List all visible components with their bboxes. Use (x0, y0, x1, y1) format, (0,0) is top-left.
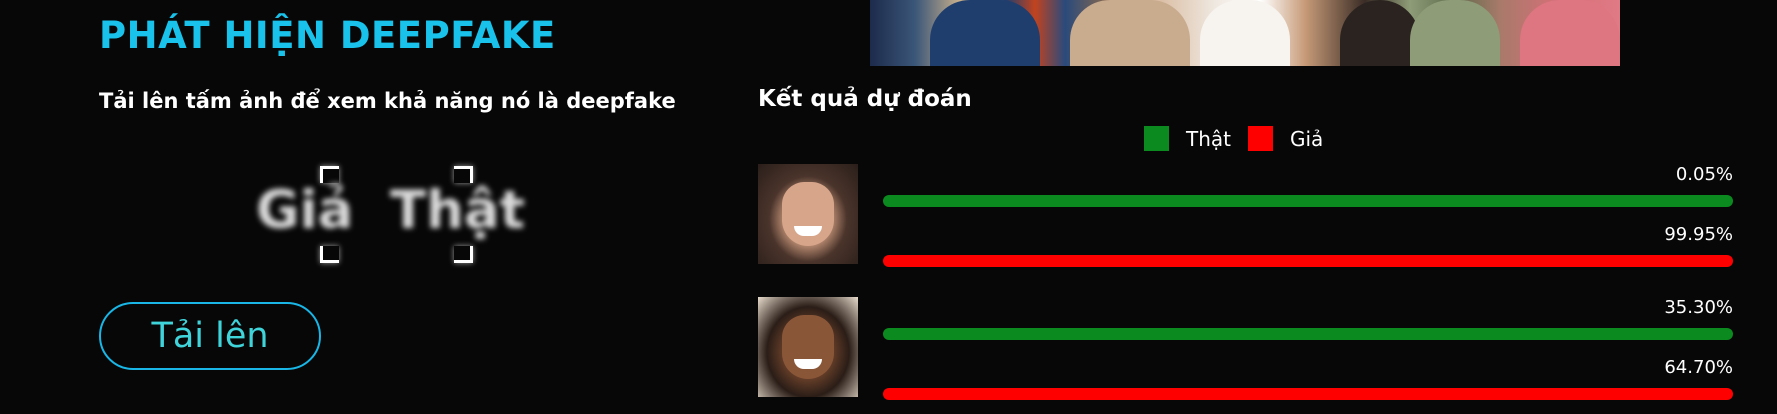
logo-word-fake: Giả (256, 180, 354, 241)
fake-probability-bar (883, 255, 1733, 267)
legend-label-real: Thật (1186, 126, 1231, 151)
legend-swatch-real (1144, 126, 1169, 151)
photo-person-4 (1340, 0, 1420, 66)
real-probability-bar (883, 328, 1733, 340)
fake-percent-label: 64.70% (1664, 357, 1733, 378)
legend-swatch-fake (1248, 126, 1273, 151)
fake-probability-bar (883, 388, 1733, 400)
upload-button[interactable]: Tải lên (99, 302, 321, 370)
deepfake-logo: Giả Thật (250, 164, 550, 264)
focus-bracket-top-left (320, 166, 339, 183)
photo-person-2 (1070, 0, 1190, 66)
photo-person-3 (1200, 0, 1290, 66)
fake-percent-label: 99.95% (1664, 224, 1733, 245)
photo-person-1 (930, 0, 1040, 66)
logo-word-real: Thật (390, 180, 525, 241)
legend-label-fake: Giả (1290, 126, 1324, 151)
focus-bracket-bottom-right (454, 246, 473, 263)
header-group-photo (870, 0, 1620, 66)
real-probability-bar (883, 195, 1733, 207)
page-subtitle: Tải lên tấm ảnh để xem khả năng nó là de… (99, 89, 676, 113)
result-item: 35.30% 64.70% (758, 297, 1733, 400)
focus-bracket-bottom-left (320, 246, 339, 263)
page-title: PHÁT HIỆN DEEPFAKE (99, 14, 556, 57)
result-item: 0.05% 99.95% (758, 164, 1733, 267)
results-legend: Thật Giả (1144, 126, 1340, 151)
photo-person-6 (1520, 0, 1620, 66)
face-shape (782, 182, 834, 246)
real-percent-label: 0.05% (1675, 164, 1733, 185)
face-shape (782, 315, 834, 379)
photo-person-5 (1410, 0, 1500, 66)
face-thumbnail (758, 164, 858, 264)
results-title: Kết quả dự đoán (758, 86, 972, 112)
face-thumbnail (758, 297, 858, 397)
real-percent-label: 35.30% (1664, 297, 1733, 318)
focus-bracket-top-right (454, 166, 473, 183)
